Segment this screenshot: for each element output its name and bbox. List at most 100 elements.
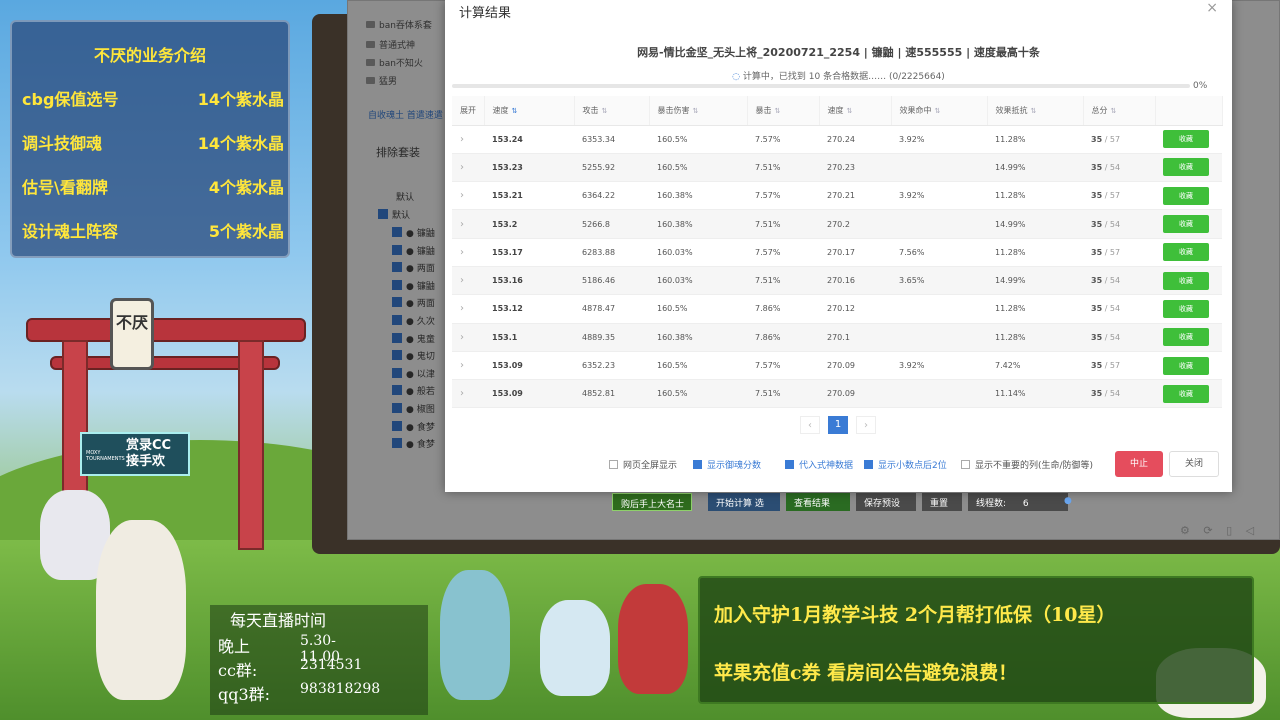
table-row[interactable]: › 153.24 6353.34 160.5% 7.57% 270.24 3.92% 11.2… <box>452 125 1222 154</box>
reset-button[interactable]: 重置 <box>922 493 962 511</box>
chevron-right-icon[interactable]: › <box>460 190 464 201</box>
sort-icon[interactable]: ⇅ <box>935 107 941 115</box>
column-header[interactable]: 总分 ⇅ <box>1083 96 1156 126</box>
column-header[interactable]: 速度 ⇅ <box>484 96 575 126</box>
checkbox-icon[interactable] <box>961 460 970 469</box>
option-checkbox[interactable]: 代入式神数据 <box>785 458 853 471</box>
results-table: 展开 速度 ⇅ 攻击 ⇅ 暴击伤害 ⇅ 暴击 ⇅ 速度 ⇅ 效果命中 ⇅ 效果抵抗 ⇅ 总分 ⇅ › 153.24… <box>452 96 1223 409</box>
expand-cell[interactable]: › <box>452 294 484 324</box>
column-header[interactable]: 速度 ⇅ <box>819 96 892 126</box>
close-icon[interactable]: × <box>1206 0 1218 16</box>
option-checkbox[interactable]: 网页全屏显示 <box>609 458 677 471</box>
chevron-right-icon[interactable]: › <box>460 247 464 258</box>
chevron-right-icon[interactable]: › <box>460 219 464 230</box>
option-checkbox[interactable]: 显示小数点后2位 <box>864 458 947 471</box>
expand-cell[interactable]: › <box>452 209 484 239</box>
option-checkbox[interactable]: 显示御魂分数 <box>693 458 761 471</box>
table-row[interactable]: › 153.17 6283.88 160.03% 7.57% 270.17 7.56% 11.… <box>452 238 1222 267</box>
view-results-button[interactable]: 查看结果 <box>786 493 850 511</box>
gear-icon[interactable]: ⚙ <box>1180 524 1190 537</box>
table-row[interactable]: › 153.2 5266.8 160.38% 7.51% 270.2 14.99% 35 / … <box>452 209 1222 239</box>
next-page-button[interactable]: › <box>856 416 876 434</box>
favorite-button[interactable]: 收藏 <box>1163 158 1209 177</box>
expand-cell[interactable]: › <box>452 351 484 381</box>
expand-cell[interactable]: › <box>452 323 484 352</box>
sign-plaque: 不厌 <box>110 298 154 370</box>
table-row[interactable]: › 153.1 4889.35 160.38% 7.86% 270.1 11.28% 35 /… <box>452 323 1222 352</box>
score-total: / 54 <box>1104 304 1121 314</box>
loading-icon: ◌ <box>732 72 741 82</box>
table-row[interactable]: › 153.21 6364.22 160.38% 7.57% 270.21 3.92% 11.… <box>452 181 1222 211</box>
speed-total-cell: 270.24 <box>819 125 891 154</box>
promo-banner: 加入守护1月教学斗技 2个月帮打低保（10星） 苹果充值c券 看房间公告避免浪费… <box>698 576 1254 704</box>
column-header[interactable]: 效果抵抗 ⇅ <box>987 96 1084 126</box>
save-preset-button[interactable]: 保存预设 <box>856 493 916 511</box>
favorite-button[interactable]: 收藏 <box>1163 243 1209 262</box>
checkbox-icon[interactable] <box>864 460 873 469</box>
column-header[interactable]: 暴击 ⇅ <box>747 96 820 126</box>
sort-icon[interactable]: ⇅ <box>602 107 608 115</box>
expand-cell[interactable]: › <box>452 266 484 296</box>
table-row[interactable]: › 153.09 4852.81 160.5% 7.51% 270.09 11.14% 35 … <box>452 379 1222 409</box>
favorite-button[interactable]: 收藏 <box>1163 356 1209 375</box>
effect-resist-cell: 11.28% <box>987 294 1083 324</box>
sort-icon[interactable]: ⇅ <box>1111 107 1117 115</box>
sort-icon[interactable]: ⇅ <box>1031 107 1037 115</box>
page-number[interactable]: 1 <box>828 416 848 434</box>
chevron-right-icon[interactable]: › <box>460 303 464 314</box>
sort-icon[interactable]: ⇅ <box>775 107 781 115</box>
score-value: 35 <box>1091 361 1103 371</box>
close-button[interactable]: 关闭 <box>1169 451 1219 477</box>
chevron-right-icon[interactable]: › <box>460 275 464 286</box>
favorite-button[interactable]: 收藏 <box>1163 299 1209 318</box>
effect-resist-cell: 11.14% <box>987 379 1083 409</box>
buy-button[interactable]: 购后手上大名士 <box>612 493 692 511</box>
action-cell: 收藏 <box>1155 209 1222 239</box>
option-checkbox[interactable]: 显示不重要的列(生命/防御等) <box>961 458 1093 471</box>
prev-page-button[interactable]: ‹ <box>800 416 820 434</box>
info-icon[interactable]: ● <box>1064 493 1078 511</box>
trash-icon[interactable]: ▯ <box>1226 524 1232 537</box>
column-header[interactable]: 效果命中 ⇅ <box>891 96 988 126</box>
stop-button[interactable]: 中止 <box>1115 451 1163 477</box>
schedule-qq-value: 983818298 <box>300 681 381 697</box>
favorite-button[interactable]: 收藏 <box>1163 186 1209 205</box>
favorite-button[interactable]: 收藏 <box>1163 130 1209 149</box>
checkbox-icon[interactable] <box>785 460 794 469</box>
progress-bar <box>452 84 1190 88</box>
column-header-label: 速度 <box>492 105 509 115</box>
chevron-right-icon[interactable]: › <box>460 162 464 173</box>
thread-count-field[interactable]: 线程数: 6 <box>968 493 1068 511</box>
column-header[interactable]: 攻击 ⇅ <box>574 96 650 126</box>
sort-icon[interactable]: ⇅ <box>693 107 699 115</box>
expand-cell[interactable]: › <box>452 181 484 211</box>
chevron-right-icon[interactable]: › <box>460 134 464 145</box>
chevron-right-icon[interactable]: › <box>460 332 464 343</box>
column-header-label: 展开 <box>460 105 476 115</box>
expand-cell[interactable]: › <box>452 153 484 183</box>
checkbox-icon[interactable] <box>609 460 618 469</box>
column-header[interactable]: 暴击伤害 ⇅ <box>649 96 748 126</box>
table-row[interactable]: › 153.09 6352.23 160.5% 7.57% 270.09 3.92% 7.42… <box>452 351 1222 381</box>
speaker-icon[interactable]: ◁ <box>1246 524 1254 537</box>
expand-cell[interactable]: › <box>452 125 484 154</box>
table-row[interactable]: › 153.12 4878.47 160.5% 7.86% 270.12 11.28% 35 … <box>452 294 1222 324</box>
favorite-button[interactable]: 收藏 <box>1163 215 1209 234</box>
chevron-right-icon[interactable]: › <box>460 360 464 371</box>
chevron-right-icon[interactable]: › <box>460 388 464 399</box>
table-row[interactable]: › 153.16 5186.46 160.03% 7.51% 270.16 3.65% 14.… <box>452 266 1222 296</box>
favorite-button[interactable]: 收藏 <box>1163 271 1209 290</box>
favorite-button[interactable]: 收藏 <box>1163 328 1209 347</box>
favorite-button[interactable]: 收藏 <box>1163 384 1209 403</box>
checkbox-icon[interactable] <box>693 460 702 469</box>
crit-cell: 7.57% <box>747 181 819 211</box>
expand-cell[interactable]: › <box>452 238 484 267</box>
start-calc-button[interactable]: 开始计算 选 <box>708 493 780 511</box>
sort-icon[interactable]: ⇅ <box>847 107 853 115</box>
table-row[interactable]: › 153.23 5255.92 160.5% 7.51% 270.23 14.99% 35 … <box>452 153 1222 183</box>
sort-icon[interactable]: ⇅ <box>512 107 518 115</box>
column-header-label: 效果命中 <box>899 105 932 115</box>
option-label: 显示御魂分数 <box>707 461 762 471</box>
refresh-icon[interactable]: ⟳ <box>1203 524 1212 537</box>
expand-cell[interactable]: › <box>452 379 484 409</box>
